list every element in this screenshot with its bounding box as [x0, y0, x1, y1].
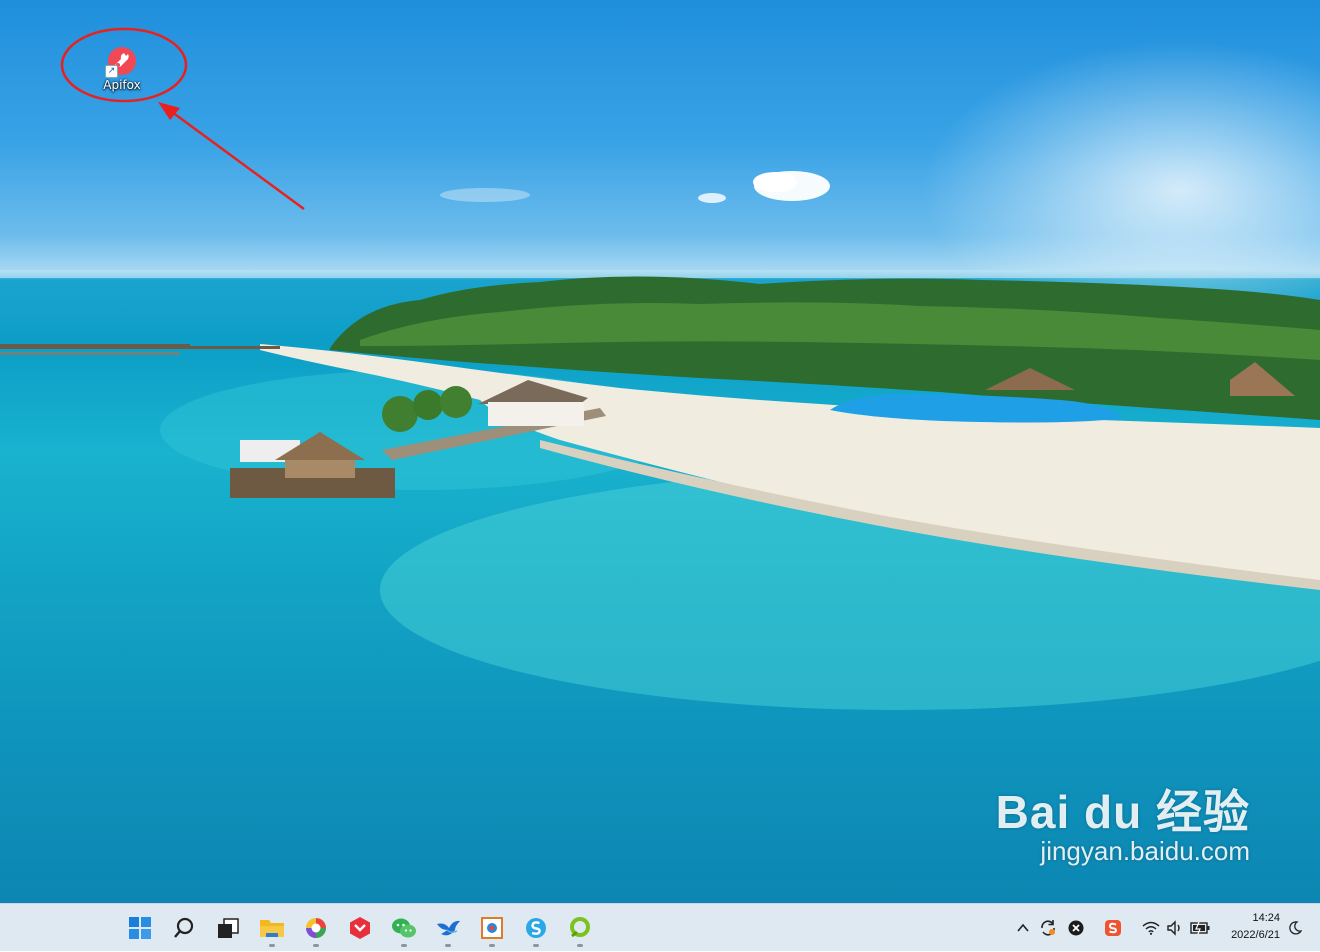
- task-view-button[interactable]: [208, 908, 248, 948]
- search-button[interactable]: [164, 908, 204, 948]
- running-indicator: [269, 944, 275, 947]
- running-indicator: [533, 944, 539, 947]
- watermark: Bai du 经验 jingyan.baidu.com: [996, 776, 1250, 867]
- bird-icon: [437, 920, 460, 936]
- sync-icon: [1041, 920, 1055, 936]
- wifi-icon: [1142, 921, 1160, 935]
- taskbar-app-bird[interactable]: [428, 908, 468, 948]
- tray-volume[interactable]: [1164, 904, 1186, 952]
- taskbar-app-browser[interactable]: [296, 908, 336, 948]
- wechat-icon: [392, 918, 416, 938]
- red-hexagon-icon: [350, 917, 370, 939]
- search-icon: [174, 917, 194, 938]
- wallpaper-scene: [0, 171, 1320, 710]
- photo-icon: [481, 917, 503, 939]
- taskbar-app-s[interactable]: [516, 908, 556, 948]
- tray-sync[interactable]: [1036, 904, 1060, 952]
- running-indicator: [445, 944, 451, 947]
- taskbar-clock[interactable]: 14:24 2022/6/21: [1210, 910, 1280, 944]
- taskbar-app-file-explorer[interactable]: [252, 908, 292, 948]
- taskbar-app-green[interactable]: [560, 908, 600, 948]
- shortcut-arrow-icon: ↗: [105, 65, 118, 78]
- s-swirl-icon: [526, 918, 546, 938]
- close-circle-icon: [1068, 920, 1084, 936]
- volume-icon: [1167, 920, 1180, 936]
- taskbar-app-wechat[interactable]: [384, 908, 424, 948]
- taskbar-app-photo[interactable]: [472, 908, 512, 948]
- start-button[interactable]: [120, 908, 160, 948]
- browser-icon: [306, 918, 326, 938]
- desktop-icon-label: Apifox: [103, 78, 141, 92]
- clock-time: 14:24: [1252, 912, 1280, 924]
- running-indicator: [401, 944, 407, 947]
- tray-sogou[interactable]: [1100, 904, 1126, 952]
- taskbar: 14:24 2022/6/21: [0, 903, 1320, 951]
- tray-wifi[interactable]: [1140, 904, 1162, 952]
- moon-icon: [1289, 921, 1302, 935]
- green-ring-icon: [570, 917, 590, 938]
- clock-date: 2022/6/21: [1231, 929, 1280, 941]
- taskbar-app-red[interactable]: [340, 908, 380, 948]
- running-indicator: [313, 944, 319, 947]
- tray-close-app[interactable]: [1064, 904, 1088, 952]
- apifox-app-icon: ↗: [105, 46, 137, 78]
- desktop-icon-apifox[interactable]: ↗ Apifox: [92, 44, 152, 100]
- folder-icon: [260, 920, 284, 937]
- tray-overflow-button[interactable]: [1012, 904, 1034, 952]
- chevron-up-icon: [1017, 923, 1029, 932]
- task-view-icon: [218, 918, 239, 938]
- windows-start-icon: [129, 917, 151, 939]
- sogou-icon: [1105, 920, 1121, 936]
- notification-button[interactable]: [1284, 904, 1306, 952]
- desktop[interactable]: ↗ Apifox Bai du 经验 jingyan.baidu.com: [0, 0, 1320, 903]
- watermark-brand: Bai du 经验: [995, 786, 1250, 838]
- running-indicator: [577, 944, 583, 947]
- tray-battery[interactable]: [1188, 904, 1212, 952]
- running-indicator: [489, 944, 495, 947]
- battery-icon: [1190, 921, 1210, 935]
